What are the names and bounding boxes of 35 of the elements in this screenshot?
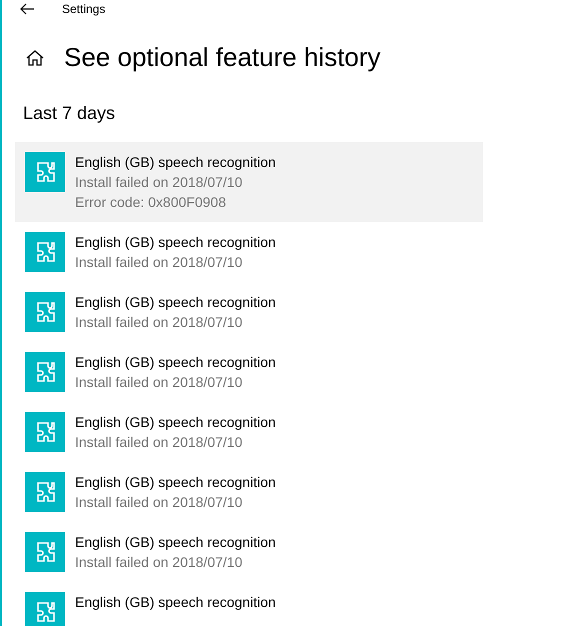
feature-name: English (GB) speech recognition (75, 533, 276, 552)
window-title: Settings (62, 2, 106, 16)
history-item[interactable]: English (GB) speech recognition Install failed on 2018/07/10 (15, 462, 483, 522)
feature-name: English (GB) speech recognition (75, 293, 276, 312)
history-item[interactable]: English (GB) speech recognition Install failed on 2018/07/10 Error code: 0x800F0908 (15, 142, 483, 222)
puzzle-icon (25, 292, 65, 332)
history-item[interactable]: English (GB) speech recognition Install failed on 2018/07/10 (15, 522, 483, 582)
puzzle-icon (25, 412, 65, 452)
section-title: Last 7 days (23, 103, 116, 124)
install-status: Install failed on 2018/07/10 (75, 553, 244, 572)
feature-name: English (GB) speech recognition (75, 413, 276, 432)
feature-name: English (GB) speech recognition (75, 473, 276, 492)
install-status: Install failed on 2018/07/10 (75, 493, 244, 512)
puzzle-icon (25, 152, 65, 192)
puzzle-icon (25, 232, 65, 272)
feature-name: English (GB) speech recognition (75, 593, 276, 612)
install-status: Install failed on 2018/07/10 (75, 253, 244, 272)
history-item[interactable]: English (GB) speech recognition Install failed on 2018/07/10 (15, 342, 483, 402)
install-status: Install failed on 2018/07/10 (75, 173, 244, 192)
puzzle-icon (25, 532, 65, 572)
install-status: Install failed on 2018/07/10 (75, 313, 244, 332)
puzzle-icon (25, 352, 65, 392)
feature-name: English (GB) speech recognition (75, 353, 276, 372)
history-item[interactable]: English (GB) speech recognition Install failed on 2018/07/10 (15, 282, 483, 342)
error-code: Error code: 0x800F0908 (75, 193, 227, 212)
history-item[interactable]: English (GB) speech recognition (15, 582, 483, 626)
puzzle-icon (25, 592, 65, 626)
history-item[interactable]: English (GB) speech recognition Install failed on 2018/07/10 (15, 222, 483, 282)
install-status: Install failed on 2018/07/10 (75, 433, 244, 452)
feature-name: English (GB) speech recognition (75, 153, 276, 172)
page-title: See optional feature history (64, 42, 381, 73)
puzzle-icon (25, 472, 65, 512)
feature-name: English (GB) speech recognition (75, 233, 276, 252)
history-item[interactable]: English (GB) speech recognition Install failed on 2018/07/10 (15, 402, 483, 462)
install-status: Install failed on 2018/07/10 (75, 373, 244, 392)
